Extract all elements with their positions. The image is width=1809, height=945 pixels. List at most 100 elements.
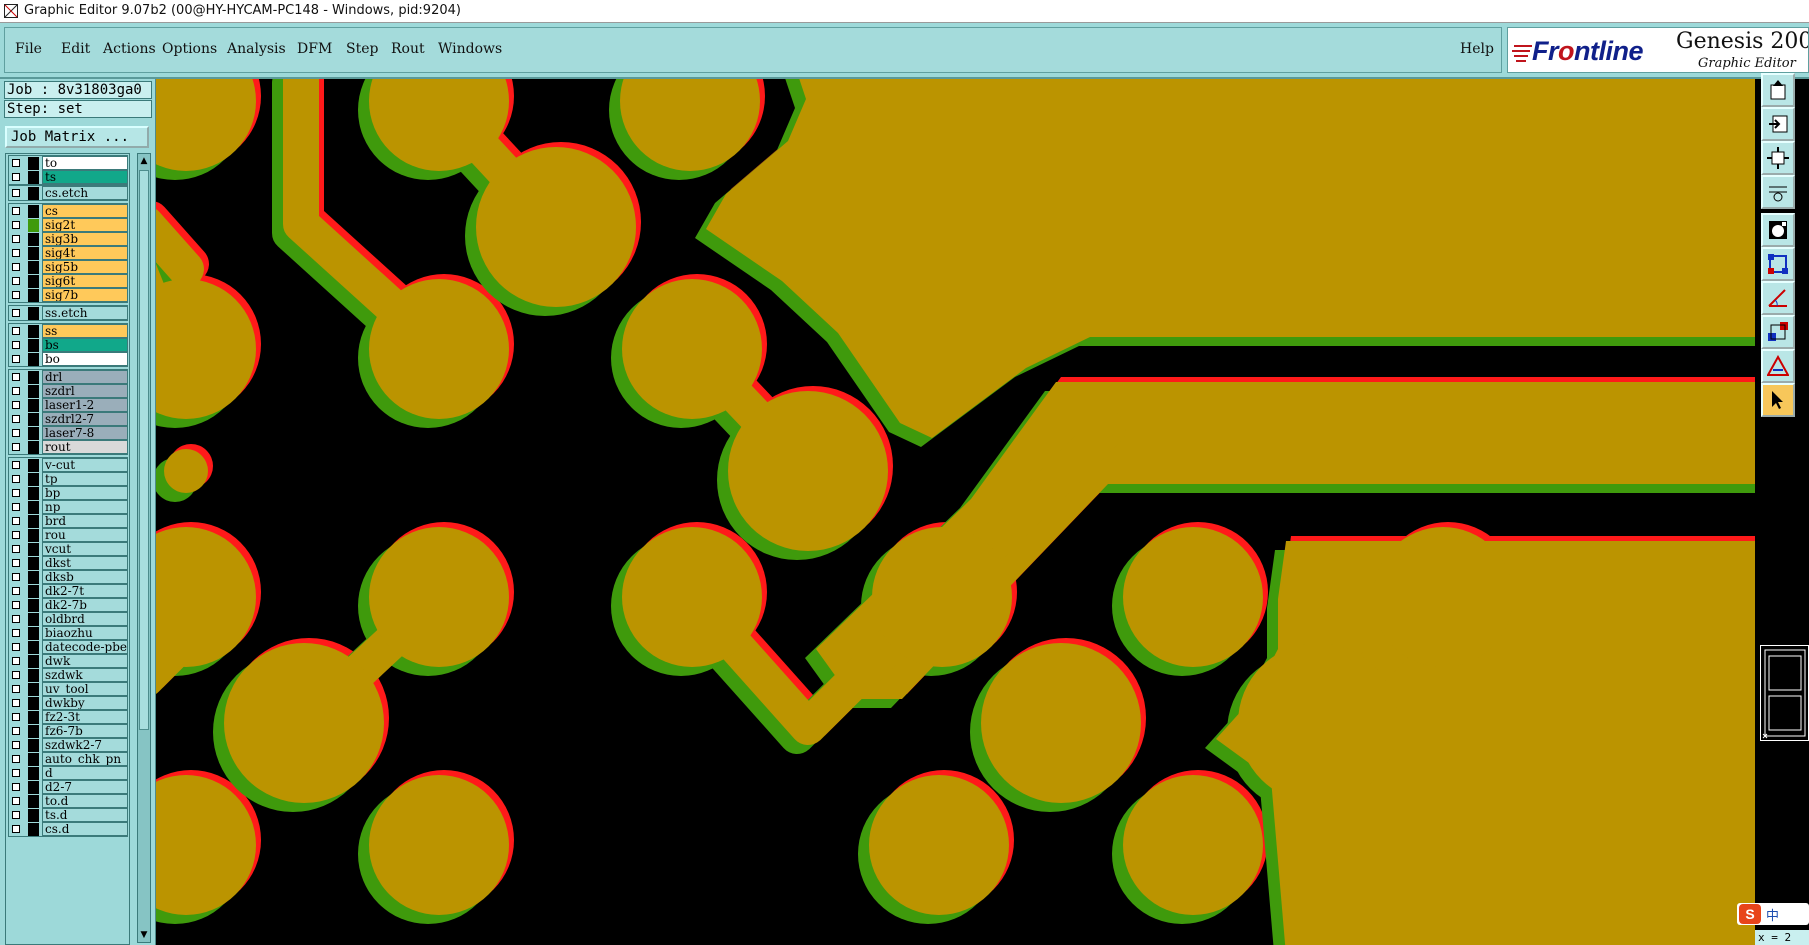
layer-row[interactable]: d2-7 [8, 780, 128, 795]
layer-checkbox[interactable] [12, 713, 20, 721]
layer-display-swatch[interactable] [28, 515, 39, 528]
layer-row[interactable]: bs [8, 338, 128, 353]
scroll-thumb[interactable] [139, 170, 149, 730]
layer-display-swatch[interactable] [28, 307, 39, 320]
layer-row[interactable]: fz2-3t [8, 710, 128, 725]
layer-row[interactable]: dk2-7b [8, 598, 128, 613]
layer-display-swatch[interactable] [28, 325, 39, 338]
layer-name[interactable]: szdrl2-7 [42, 412, 128, 426]
layer-row[interactable]: sig7b [8, 288, 128, 303]
layer-row[interactable]: cs [8, 204, 128, 219]
layer-name[interactable]: datecode-pbe [42, 640, 128, 654]
layer-display-swatch[interactable] [28, 473, 39, 486]
layer-name[interactable]: uv_tool [42, 682, 128, 696]
layer-name[interactable]: rout [42, 440, 128, 454]
layer-row[interactable]: to.d [8, 794, 128, 809]
layer-list-scrollbar[interactable]: ▲ ▼ [137, 153, 151, 943]
layer-row[interactable]: sig4t [8, 246, 128, 261]
ime-indicator[interactable]: S 中 [1737, 903, 1809, 925]
layer-display-swatch[interactable] [28, 669, 39, 682]
copper-pad[interactable] [369, 775, 509, 915]
overview-minimap[interactable] [1760, 645, 1809, 741]
layer-row[interactable]: d [8, 766, 128, 781]
layer-row[interactable]: szdwk2-7 [8, 738, 128, 753]
tool-select-button[interactable] [1761, 213, 1795, 247]
layer-display-swatch[interactable] [28, 261, 39, 274]
layer-name[interactable]: bs [42, 338, 128, 352]
layer-checkbox[interactable] [12, 249, 20, 257]
layer-name[interactable]: fz6-7b [42, 724, 128, 738]
layer-checkbox[interactable] [12, 517, 20, 525]
layer-row[interactable]: ss.etch [8, 306, 128, 321]
layer-display-swatch[interactable] [28, 627, 39, 640]
layer-name[interactable]: cs.etch [42, 186, 128, 200]
tool-drc-button[interactable] [1761, 349, 1795, 383]
layer-display-swatch[interactable] [28, 809, 39, 822]
layer-name[interactable]: to [42, 156, 128, 170]
layer-checkbox[interactable] [12, 825, 20, 833]
layer-row[interactable]: v-cut [8, 458, 128, 473]
copper-pad[interactable] [224, 643, 384, 803]
layer-row[interactable]: fz6-7b [8, 724, 128, 739]
tool-pan-button[interactable] [1761, 175, 1795, 209]
layer-row[interactable]: dk2-7t [8, 584, 128, 599]
layer-display-swatch[interactable] [28, 247, 39, 260]
copper-pad[interactable] [728, 391, 888, 551]
layer-row[interactable]: datecode-pbe [8, 640, 128, 655]
layer-name[interactable]: szdrl [42, 384, 128, 398]
layer-display-swatch[interactable] [28, 187, 39, 200]
layer-checkbox[interactable] [12, 699, 20, 707]
layer-name[interactable]: fz2-3t [42, 710, 128, 724]
layer-display-swatch[interactable] [28, 219, 39, 232]
layer-row[interactable]: cs.etch [8, 186, 128, 201]
layer-display-swatch[interactable] [28, 599, 39, 612]
layer-checkbox[interactable] [12, 235, 20, 243]
layer-name[interactable]: bp [42, 486, 128, 500]
layer-name[interactable]: dwkby [42, 696, 128, 710]
layer-row[interactable]: drl [8, 370, 128, 385]
copper-pad[interactable] [1123, 775, 1263, 915]
layer-row[interactable]: ts.d [8, 808, 128, 823]
tool-zoom-back-button[interactable] [1761, 107, 1795, 141]
layer-checkbox[interactable] [12, 783, 20, 791]
layer-display-swatch[interactable] [28, 767, 39, 780]
layer-row[interactable]: dkst [8, 556, 128, 571]
layer-checkbox[interactable] [12, 373, 20, 381]
copper-pad[interactable] [369, 527, 509, 667]
layer-checkbox[interactable] [12, 503, 20, 511]
layer-checkbox[interactable] [12, 443, 20, 451]
copper-pad[interactable] [981, 643, 1141, 803]
layer-row[interactable]: ss [8, 324, 128, 339]
layer-display-swatch[interactable] [28, 385, 39, 398]
menu-actions[interactable]: Actions [103, 41, 156, 57]
copper-pad[interactable] [1123, 527, 1263, 667]
menu-edit[interactable]: Edit [61, 41, 90, 57]
menu-dfm[interactable]: DFM [297, 41, 332, 57]
layer-row[interactable]: ts [8, 170, 128, 185]
layer-name[interactable]: dk2-7t [42, 584, 128, 598]
layer-row[interactable]: szdrl2-7 [8, 412, 128, 427]
layer-display-swatch[interactable] [28, 339, 39, 352]
layer-display-swatch[interactable] [28, 487, 39, 500]
layer-display-swatch[interactable] [28, 353, 39, 366]
layer-display-swatch[interactable] [28, 157, 39, 170]
layer-display-swatch[interactable] [28, 781, 39, 794]
layer-display-swatch[interactable] [28, 205, 39, 218]
layer-checkbox[interactable] [12, 587, 20, 595]
layer-name[interactable]: sig4t [42, 246, 128, 260]
copper-pad[interactable] [1238, 643, 1398, 803]
layer-row[interactable]: sig5b [8, 260, 128, 275]
layer-display-swatch[interactable] [28, 697, 39, 710]
layer-row[interactable]: auto_chk_pn [8, 752, 128, 767]
layer-name[interactable]: biaozhu [42, 626, 128, 640]
layer-checkbox[interactable] [12, 415, 20, 423]
layer-display-swatch[interactable] [28, 441, 39, 454]
layer-checkbox[interactable] [12, 811, 20, 819]
layer-display-swatch[interactable] [28, 823, 39, 836]
layer-name[interactable]: sig3b [42, 232, 128, 246]
layer-name[interactable]: drl [42, 370, 128, 384]
layer-checkbox[interactable] [12, 461, 20, 469]
layer-display-swatch[interactable] [28, 585, 39, 598]
tool-measure-button[interactable] [1761, 281, 1795, 315]
layer-display-swatch[interactable] [28, 289, 39, 302]
